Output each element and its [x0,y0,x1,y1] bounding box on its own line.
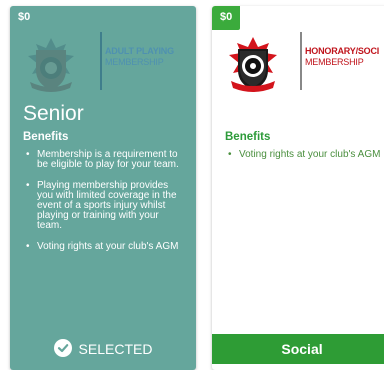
benefit-item: Membership is a requirement to be eligib… [23,150,183,170]
benefits-list: Voting rights at your club's AGM [225,150,384,161]
benefit-item: Playing membership provides you with lim… [23,181,183,231]
club-crest-icon [229,37,277,92]
benefits-heading: Benefits [23,131,69,143]
benefits-list: Membership is a requirement to be eligib… [23,150,183,253]
benefits-section: Benefits Membership is a requirement to … [23,131,183,263]
banner-title: ADULT PLAYING [105,46,174,56]
benefit-item: Voting rights at your club's AGM [23,242,183,253]
select-social-button[interactable]: Social [212,334,384,364]
card-name: Senior [23,102,84,125]
membership-banner: HONORARY/SOCI MEMBERSHIP [212,24,384,114]
membership-card-social[interactable]: $0 HONORARY/SOCI MEMBERSHIP Benefits Vot… [212,6,384,370]
check-circle-icon [53,339,72,357]
benefits-heading: Benefits [225,131,271,143]
banner-title: HONORARY/SOCI [305,46,380,56]
membership-banner: ADULT PLAYING MEMBERSHIP Senior [10,24,196,125]
banner-divider [100,32,102,90]
selected-indicator[interactable]: SELECTED [10,334,196,364]
banner-subtitle: MEMBERSHIP [305,57,364,67]
benefit-item: Voting rights at your club's AGM [225,150,384,161]
benefits-section: Benefits Voting rights at your club's AG… [225,131,384,171]
club-crest-icon [28,38,74,92]
selected-label: SELECTED [78,341,153,357]
banner-divider [300,32,302,90]
banner-subtitle: MEMBERSHIP [105,57,164,67]
membership-card-senior[interactable]: $0 ADULT PLAYING MEMBERSHIP Senior Benef… [10,6,196,370]
